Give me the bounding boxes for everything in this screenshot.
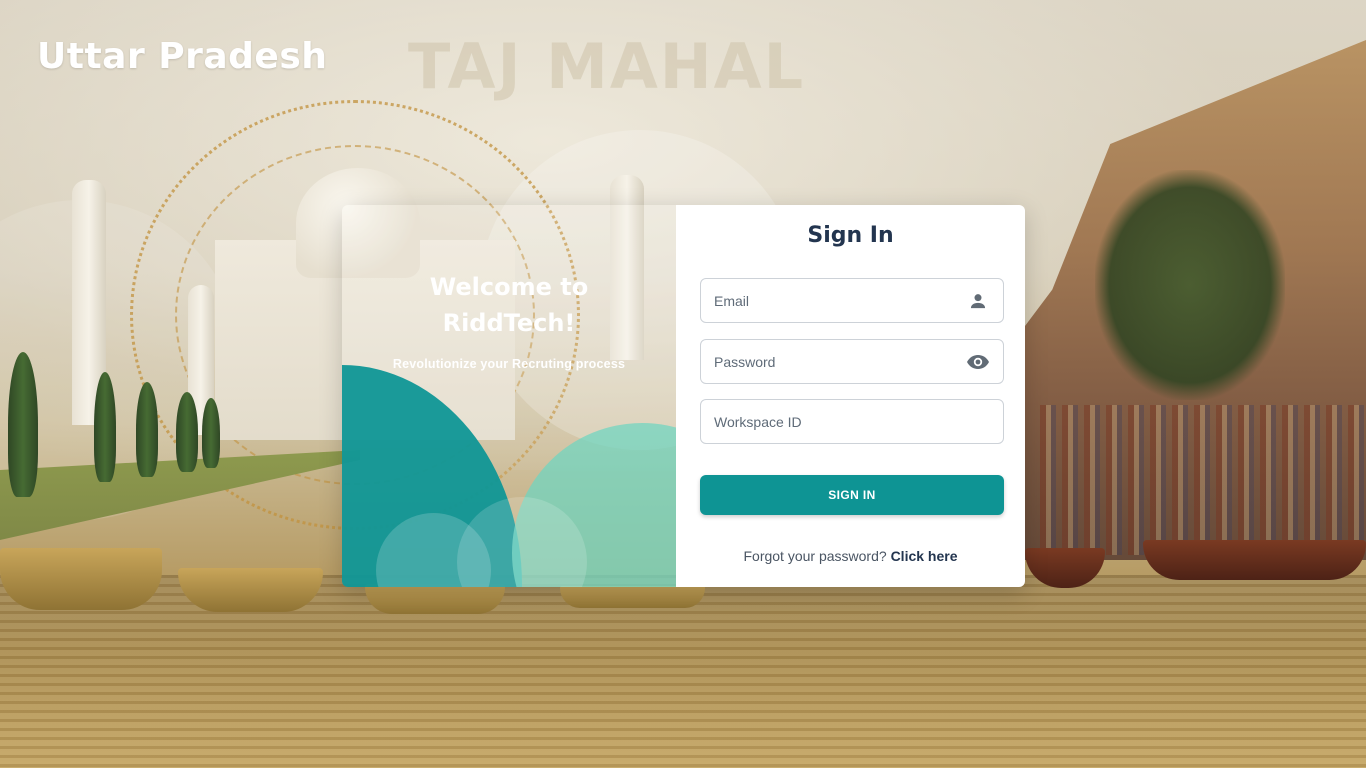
workspace-id-field[interactable] bbox=[700, 399, 1004, 444]
promo-panel: Welcome to RiddTech! Revolutionize your … bbox=[342, 205, 676, 587]
workspace-id-input[interactable] bbox=[714, 413, 990, 430]
form-title: Sign In bbox=[807, 223, 894, 248]
crowd-on-ghats bbox=[1040, 405, 1366, 555]
eye-icon[interactable] bbox=[966, 350, 990, 374]
boat bbox=[365, 584, 505, 614]
sign-in-button[interactable]: SIGN IN bbox=[700, 475, 1004, 515]
password-field[interactable] bbox=[700, 339, 1004, 384]
forgot-password-row: Forgot your password? Click here bbox=[676, 548, 1025, 564]
welcome-heading: Welcome to RiddTech! bbox=[429, 273, 589, 337]
boat bbox=[1143, 540, 1366, 580]
riverside-trees bbox=[1095, 170, 1285, 400]
forgot-password-text: Forgot your password? bbox=[743, 548, 887, 564]
cypress-tree bbox=[176, 392, 198, 472]
email-input[interactable] bbox=[714, 292, 966, 309]
promo-tagline: Revolutionize your Recruting process bbox=[392, 357, 626, 371]
password-input[interactable] bbox=[714, 353, 966, 370]
landmark-watermark: TAJ MAHAL bbox=[408, 30, 806, 103]
region-title: Uttar Pradesh bbox=[37, 36, 328, 77]
login-card: Welcome to RiddTech! Revolutionize your … bbox=[342, 205, 1025, 587]
email-field[interactable] bbox=[700, 278, 1004, 323]
cypress-tree bbox=[8, 352, 38, 497]
cypress-tree bbox=[136, 382, 158, 477]
boat bbox=[560, 586, 705, 608]
cypress-tree bbox=[202, 398, 220, 468]
forgot-password-link[interactable]: Click here bbox=[891, 548, 958, 564]
person-icon bbox=[966, 289, 990, 313]
boat bbox=[0, 548, 162, 610]
signin-form: Sign In SIGN IN bbox=[676, 205, 1025, 587]
cypress-tree bbox=[94, 372, 116, 482]
boat bbox=[178, 568, 323, 612]
